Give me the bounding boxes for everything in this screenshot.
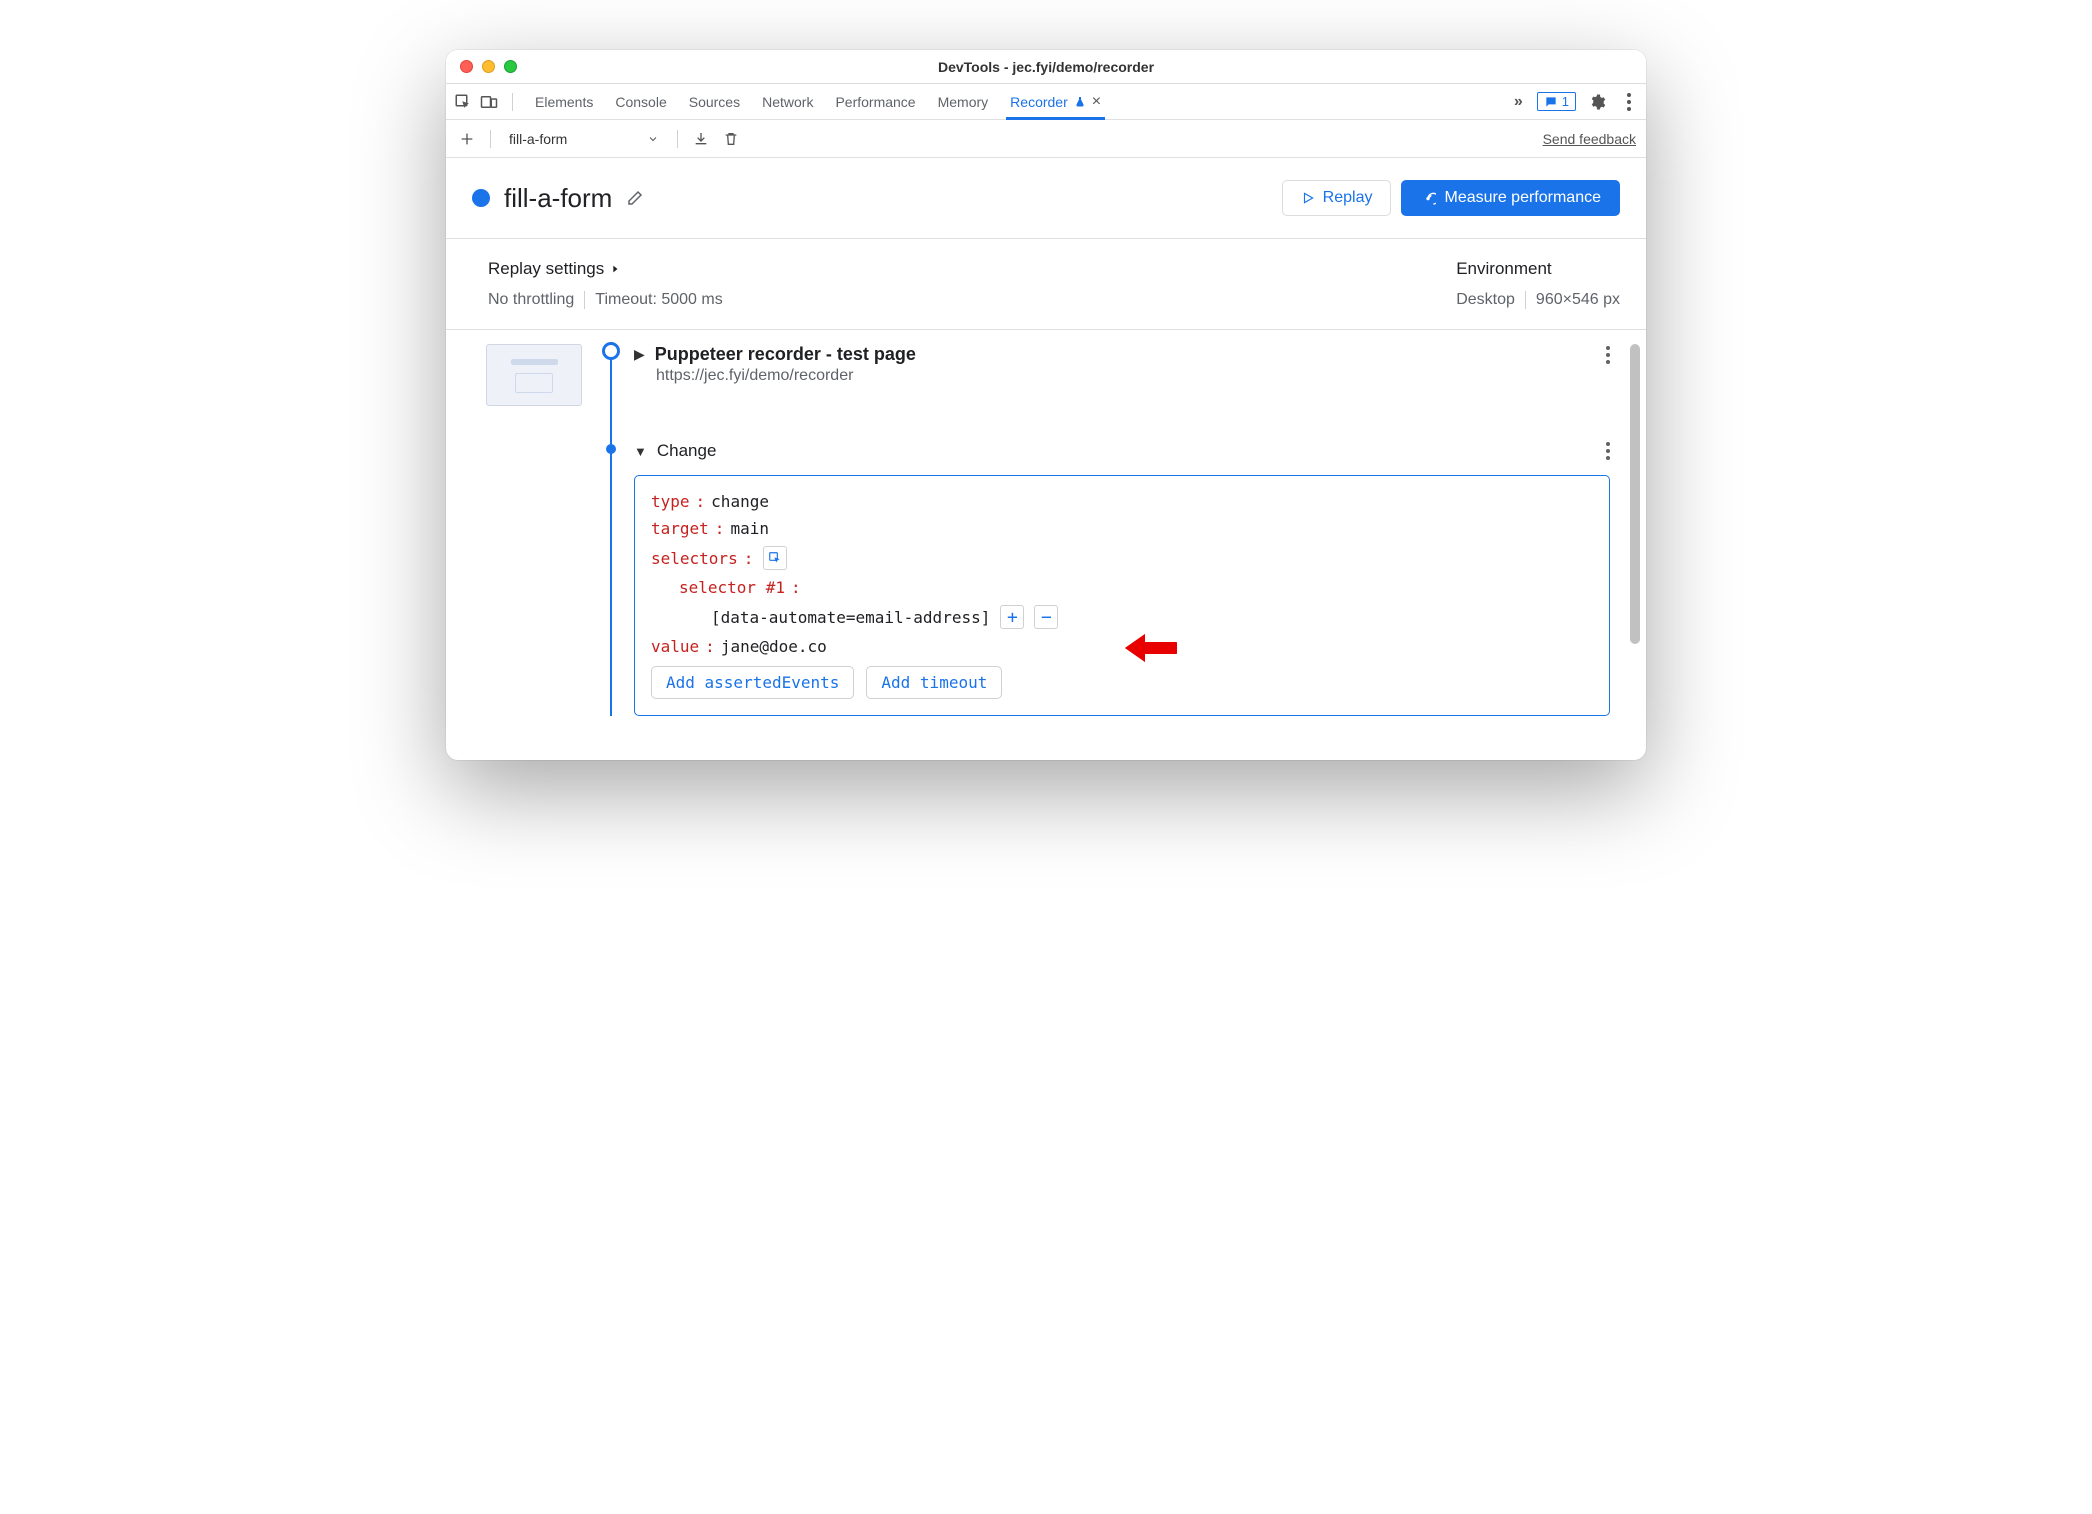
timeout-value[interactable]: Timeout: 5000 ms	[595, 291, 722, 309]
collapse-step-icon[interactable]: ▼	[634, 444, 647, 459]
inspect-element-icon[interactable]	[452, 91, 474, 113]
send-feedback-link[interactable]: Send feedback	[1543, 131, 1636, 147]
recorder-toolbar: fill-a-form Send feedback	[446, 120, 1646, 158]
window-title: DevTools - jec.fyi/demo/recorder	[446, 59, 1646, 75]
divider	[490, 130, 491, 148]
key-target: target	[651, 519, 709, 538]
tab-label: Performance	[835, 94, 915, 110]
value-value[interactable]: jane@doe.co	[721, 637, 827, 656]
device-toolbar-icon[interactable]	[478, 91, 500, 113]
more-tabs-icon[interactable]: »	[1510, 93, 1527, 111]
tab-label: Memory	[938, 94, 989, 110]
chevron-right-icon	[610, 262, 620, 276]
remove-selector-button[interactable]: −	[1034, 605, 1058, 629]
messages-chip[interactable]: 1	[1537, 92, 1576, 111]
add-timeout-button[interactable]: Add timeout	[866, 666, 1002, 699]
pick-selector-icon[interactable]	[763, 546, 787, 570]
tab-label: Console	[615, 94, 666, 110]
heading-label: Replay settings	[488, 259, 604, 279]
step-thumbnail[interactable]	[486, 344, 582, 406]
environment-heading: Environment	[1456, 259, 1620, 279]
dropdown-value: fill-a-form	[509, 131, 567, 147]
flask-icon	[1074, 95, 1086, 109]
tab-label: Sources	[689, 94, 740, 110]
add-selector-button[interactable]: +	[1000, 605, 1024, 629]
tab-sources[interactable]: Sources	[689, 84, 740, 119]
settings-icon[interactable]	[1586, 91, 1608, 113]
traffic-lights	[446, 60, 517, 73]
timeline-marker-solid	[606, 444, 616, 454]
tab-memory[interactable]: Memory	[938, 84, 989, 119]
value-type[interactable]: change	[711, 492, 769, 511]
divider	[584, 291, 585, 309]
key-value: value	[651, 637, 699, 656]
step-url: https://jec.fyi/demo/recorder	[656, 367, 1610, 385]
kebab-menu-icon[interactable]	[1618, 91, 1640, 113]
replay-settings-heading[interactable]: Replay settings	[488, 259, 723, 279]
message-count: 1	[1562, 94, 1569, 109]
maximize-window-icon[interactable]	[504, 60, 517, 73]
step-title: Puppeteer recorder - test page	[655, 344, 916, 365]
tab-label: Network	[762, 94, 813, 110]
value-target[interactable]: main	[730, 519, 769, 538]
scrollbar[interactable]	[1630, 344, 1640, 644]
expand-step-icon[interactable]: ▶	[634, 346, 645, 363]
minimize-window-icon[interactable]	[482, 60, 495, 73]
step-details-box: type: change target: main selectors:	[634, 475, 1610, 716]
recording-status-dot	[472, 189, 490, 207]
arrow-annotation-icon	[1123, 628, 1177, 668]
new-recording-icon[interactable]	[456, 128, 478, 150]
window-titlebar: DevTools - jec.fyi/demo/recorder	[446, 50, 1646, 84]
settings-section: Replay settings No throttling Timeout: 5…	[446, 239, 1646, 330]
divider	[677, 130, 678, 148]
close-tab-icon[interactable]: ×	[1092, 93, 1101, 111]
devtools-window: DevTools - jec.fyi/demo/recorder Element…	[446, 50, 1646, 760]
key-selectors: selectors	[651, 549, 738, 568]
edit-name-icon[interactable]	[626, 189, 644, 207]
tab-console[interactable]: Console	[615, 84, 666, 119]
key-selector-1: selector #1	[679, 578, 785, 597]
recorder-header: fill-a-form Replay Measure performance	[446, 158, 1646, 239]
divider	[1525, 291, 1526, 309]
add-asserted-events-button[interactable]: Add assertedEvents	[651, 666, 854, 699]
button-label: Measure performance	[1444, 189, 1601, 207]
tab-network[interactable]: Network	[762, 84, 813, 119]
tab-recorder[interactable]: Recorder ×	[1010, 84, 1101, 119]
devtools-tabs: Elements Console Sources Network Perform…	[446, 84, 1646, 120]
step-title: Change	[657, 441, 717, 461]
timeline-line	[610, 344, 612, 716]
key-type: type	[651, 492, 690, 511]
tab-label: Elements	[535, 94, 593, 110]
dimensions-value: 960×546 px	[1536, 291, 1620, 309]
divider	[512, 93, 513, 111]
tab-label: Recorder	[1010, 94, 1068, 110]
step-menu-icon[interactable]	[1606, 346, 1610, 364]
delete-icon[interactable]	[720, 128, 742, 150]
recording-name: fill-a-form	[504, 183, 612, 214]
device-value: Desktop	[1456, 291, 1515, 309]
measure-performance-button[interactable]: Measure performance	[1401, 180, 1620, 216]
export-icon[interactable]	[690, 128, 712, 150]
recording-selector[interactable]: fill-a-form	[503, 126, 665, 152]
button-label: Replay	[1323, 189, 1373, 207]
steps-area: ▶ Puppeteer recorder - test page https:/…	[446, 330, 1646, 760]
tab-elements[interactable]: Elements	[535, 84, 593, 119]
close-window-icon[interactable]	[460, 60, 473, 73]
replay-button[interactable]: Replay	[1282, 180, 1392, 216]
step-menu-icon[interactable]	[1606, 442, 1610, 460]
throttle-value[interactable]: No throttling	[488, 291, 574, 309]
selector-value[interactable]: [data-automate=email-address]	[711, 608, 990, 627]
timeline-marker-open	[602, 342, 620, 360]
tab-performance[interactable]: Performance	[835, 84, 915, 119]
